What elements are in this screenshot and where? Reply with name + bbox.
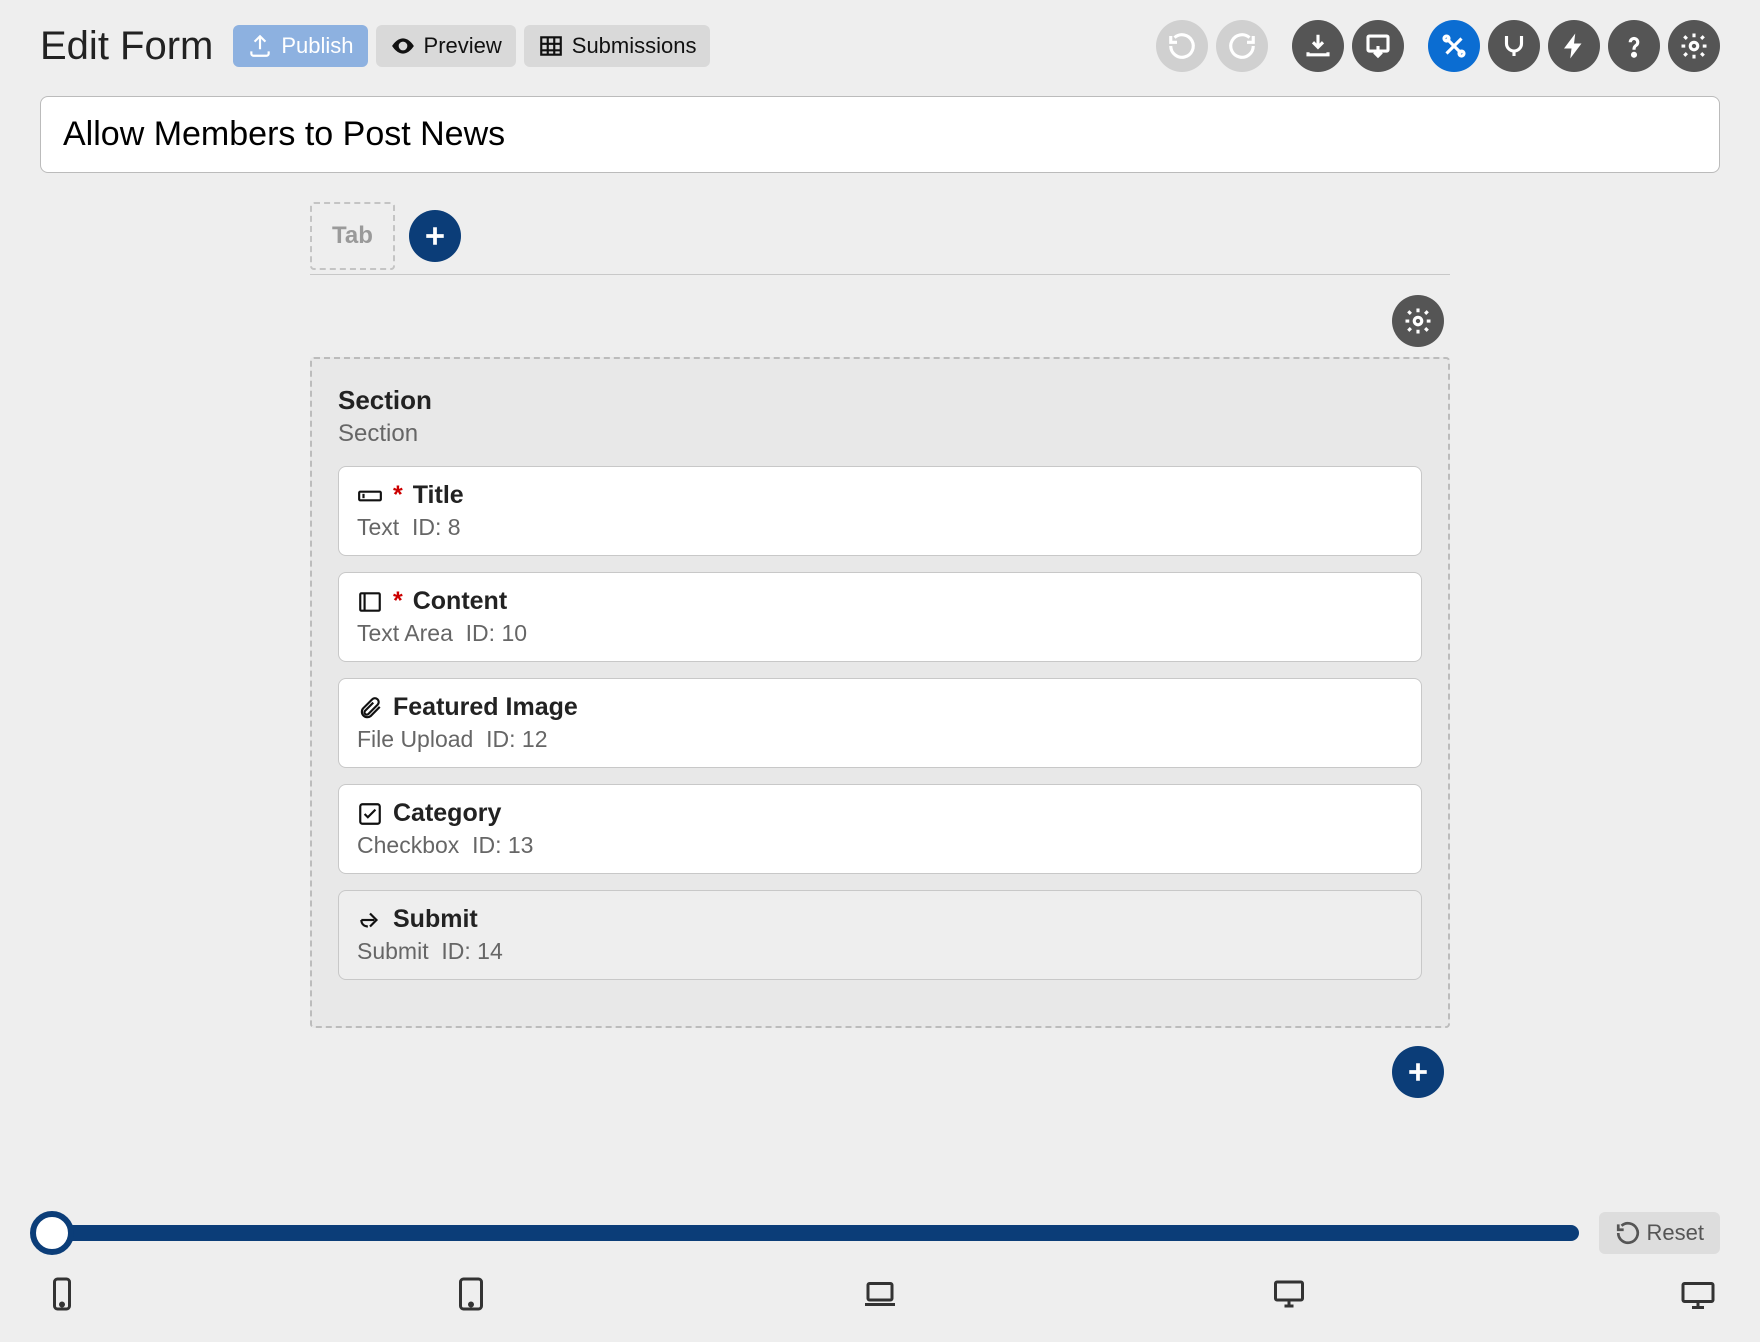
export-button[interactable] — [1352, 20, 1404, 72]
field-meta: Text Area ID: 10 — [357, 620, 1403, 647]
preview-label: Preview — [424, 33, 502, 59]
text-input-icon — [357, 483, 383, 509]
field-card[interactable]: * Title Text ID: 8 — [338, 466, 1422, 556]
settings-button[interactable] — [1668, 20, 1720, 72]
field-label: Featured Image — [393, 693, 578, 722]
publish-button[interactable]: Publish — [233, 25, 367, 67]
field-card[interactable]: Featured Image File Upload ID: 12 — [338, 678, 1422, 768]
device-wide-icon[interactable] — [1680, 1276, 1716, 1312]
field-label: Category — [393, 799, 501, 828]
required-indicator: * — [393, 587, 403, 616]
reset-label: Reset — [1647, 1220, 1704, 1246]
form-title-input[interactable] — [40, 96, 1720, 173]
tab-placeholder[interactable]: Tab — [310, 202, 395, 270]
undo-button[interactable] — [1156, 20, 1208, 72]
field-label: Submit — [393, 905, 478, 934]
section-box: Section Section * Title Text ID: 8 * Content… — [310, 357, 1450, 1028]
field-meta: Submit ID: 14 — [357, 938, 1403, 965]
plus-icon — [420, 221, 450, 251]
field-id: ID: 8 — [412, 514, 461, 540]
submit-icon — [357, 907, 383, 933]
import-button[interactable] — [1292, 20, 1344, 72]
toolbar-left: Publish Preview Submissions — [233, 25, 710, 67]
publish-label: Publish — [281, 33, 353, 59]
field-type: Text — [357, 514, 399, 540]
width-slider[interactable] — [40, 1223, 1579, 1243]
bolt-button[interactable] — [1548, 20, 1600, 72]
device-laptop-icon[interactable] — [862, 1276, 898, 1312]
field-meta: Checkbox ID: 13 — [357, 832, 1403, 859]
field-id: ID: 13 — [472, 832, 533, 858]
form-builder: Tab Section Section * Title Text ID: 8 * Con… — [310, 197, 1450, 1098]
field-label: Title — [413, 481, 464, 510]
submissions-label: Submissions — [572, 33, 697, 59]
textarea-icon — [357, 589, 383, 615]
help-button[interactable] — [1608, 20, 1660, 72]
field-meta: Text ID: 8 — [357, 514, 1403, 541]
preview-button[interactable]: Preview — [376, 25, 516, 67]
toolbar-right — [1156, 20, 1720, 72]
paperclip-icon — [357, 695, 383, 721]
field-id: ID: 14 — [441, 938, 502, 964]
section-settings-button[interactable] — [1392, 295, 1444, 347]
device-phone-icon[interactable] — [44, 1276, 80, 1312]
field-id: ID: 10 — [466, 620, 527, 646]
add-tab-button[interactable] — [409, 210, 461, 262]
field-card[interactable]: SubmitSubmit ID: 14 — [338, 890, 1422, 980]
field-label: Content — [413, 587, 507, 616]
publish-icon — [247, 33, 273, 59]
section-subtitle: Section — [338, 420, 1422, 448]
branch-button[interactable] — [1488, 20, 1540, 72]
eye-icon — [390, 33, 416, 59]
field-card[interactable]: * Content Text Area ID: 10 — [338, 572, 1422, 662]
add-section-button[interactable] — [1392, 1046, 1444, 1098]
field-id: ID: 12 — [486, 726, 547, 752]
section-title: Section — [338, 385, 1422, 416]
plus-icon — [1403, 1057, 1433, 1087]
field-type: File Upload — [357, 726, 473, 752]
required-indicator: * — [393, 481, 403, 510]
page-title: Edit Form — [40, 24, 213, 69]
topbar: Edit Form Publish Preview — [40, 20, 1720, 72]
field-type: Submit — [357, 938, 429, 964]
tools-button[interactable] — [1428, 20, 1480, 72]
reset-button[interactable]: Reset — [1599, 1212, 1720, 1254]
bottom-bar: Reset — [40, 1212, 1720, 1312]
checkbox-icon — [357, 801, 383, 827]
redo-button[interactable] — [1216, 20, 1268, 72]
device-desktop-icon[interactable] — [1271, 1276, 1307, 1312]
field-meta: File Upload ID: 12 — [357, 726, 1403, 753]
tabs-row: Tab — [310, 197, 1450, 275]
field-type: Text Area — [357, 620, 453, 646]
field-card[interactable]: Category Checkbox ID: 13 — [338, 784, 1422, 874]
table-icon — [538, 33, 564, 59]
slider-thumb[interactable] — [30, 1211, 74, 1255]
reset-icon — [1615, 1220, 1641, 1246]
device-tablet-icon[interactable] — [453, 1276, 489, 1312]
field-type: Checkbox — [357, 832, 459, 858]
submissions-button[interactable]: Submissions — [524, 25, 711, 67]
